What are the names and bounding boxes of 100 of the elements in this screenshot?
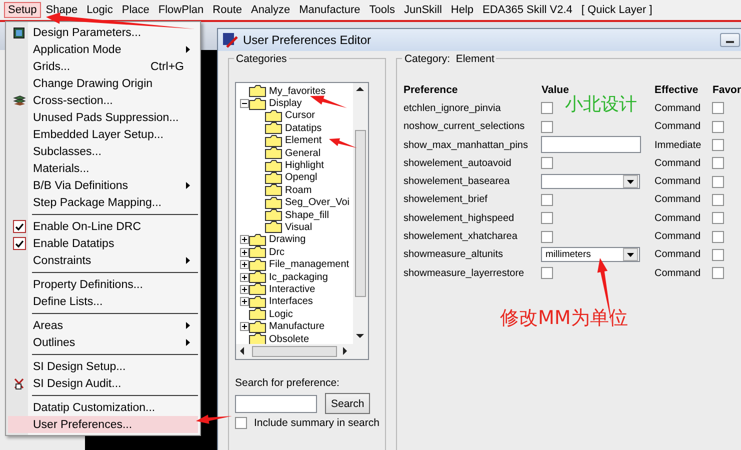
menu-title[interactable]: JunSkill xyxy=(400,2,446,18)
search-field[interactable] xyxy=(235,394,317,412)
tree-item[interactable]: My_favorites xyxy=(269,86,326,97)
menu-title[interactable]: Tools xyxy=(365,2,399,18)
menu-item[interactable]: Datatip Customization... xyxy=(8,399,198,416)
tree-item[interactable]: Highlight xyxy=(285,160,324,172)
value-checkbox[interactable] xyxy=(541,212,554,224)
value-checkbox[interactable] xyxy=(541,230,554,243)
tree-item[interactable]: Drawing xyxy=(269,234,306,246)
menu-item[interactable]: Unused Pads Suppression... xyxy=(8,109,198,126)
tree-item[interactable]: Logic xyxy=(269,308,293,320)
preference-name: noshow_current_selections xyxy=(403,121,526,132)
value-checkbox[interactable] xyxy=(541,157,554,170)
menu-title[interactable]: [ Quick Layer ] xyxy=(577,2,656,18)
vertical-scrollbar[interactable] xyxy=(353,83,368,344)
tree-item[interactable]: Ic_packaging xyxy=(269,272,328,283)
favorite-checkbox[interactable] xyxy=(712,230,724,243)
menu-item[interactable]: Areas xyxy=(8,317,198,334)
tree-item[interactable]: Opengl xyxy=(285,172,318,184)
menu-item[interactable]: Property Definitions... xyxy=(8,276,198,293)
menu-item[interactable]: Application Mode xyxy=(8,41,198,58)
favorite-checkbox[interactable] xyxy=(712,120,724,133)
expand-icon[interactable] xyxy=(240,235,249,244)
value-checkbox[interactable] xyxy=(541,194,554,206)
expand-icon[interactable] xyxy=(240,284,249,294)
horizontal-scrollbar[interactable] xyxy=(236,344,353,359)
expand-icon[interactable] xyxy=(240,260,249,270)
menu-item[interactable]: Step Package Mapping... xyxy=(8,194,198,211)
menu-item[interactable]: SI Design Setup... xyxy=(8,358,198,375)
favorite-checkbox[interactable] xyxy=(712,212,724,224)
value-dropdown[interactable] xyxy=(541,174,640,190)
summary-checkbox[interactable] xyxy=(235,417,247,429)
column-header: Preference xyxy=(403,84,459,96)
tree-item[interactable]: Seg_Over_Voi xyxy=(285,197,350,208)
menu-title[interactable]: Shape xyxy=(42,2,82,18)
menu-item[interactable]: Enable On-Line DRC xyxy=(8,218,198,235)
menu-title[interactable]: Manufacture xyxy=(295,2,364,18)
tree-item[interactable]: Visual xyxy=(285,222,312,233)
collapse-icon[interactable] xyxy=(240,99,249,108)
effective-cell-text: Command xyxy=(654,249,702,260)
menu-title[interactable]: Setup xyxy=(4,2,41,18)
menu-item[interactable]: Embedded Layer Setup... xyxy=(8,126,198,143)
expand-icon[interactable] xyxy=(240,272,249,282)
app-icon xyxy=(222,32,238,48)
menu-item[interactable]: Outlines xyxy=(8,334,198,351)
menu-title[interactable]: FlowPlan xyxy=(154,2,208,18)
menu-item[interactable]: Cross-section... xyxy=(8,92,198,109)
menu-title[interactable]: Analyze xyxy=(247,2,294,18)
tree-item[interactable]: Datatips xyxy=(285,122,322,134)
value-checkbox[interactable] xyxy=(541,120,554,133)
favorite-checkbox[interactable] xyxy=(712,194,724,206)
tree-item[interactable]: Drc xyxy=(269,246,285,258)
value-checkbox[interactable] xyxy=(541,102,554,114)
tree-item[interactable]: Roam xyxy=(285,184,312,196)
favorite-checkbox[interactable] xyxy=(712,248,724,261)
tree-item[interactable]: Obsolete xyxy=(269,334,310,344)
value-dropdown[interactable]: millimeters xyxy=(541,247,640,262)
menu-item[interactable]: Subclasses... xyxy=(8,143,198,160)
menu-item[interactable]: Design Parameters... xyxy=(8,24,198,41)
folder-icon xyxy=(265,172,282,184)
menu-item[interactable]: B/B Via Definitions xyxy=(8,177,198,194)
menu-title[interactable]: Place xyxy=(118,2,154,18)
value-checkbox[interactable] xyxy=(541,267,554,280)
effective-cell-text: Command xyxy=(654,268,702,279)
effective-cell-text: Immediate xyxy=(654,140,702,151)
menu-item[interactable]: Enable Datatips xyxy=(8,235,198,252)
menu-title[interactable]: Logic xyxy=(82,2,117,18)
menu-item[interactable]: Define Lists... xyxy=(8,293,198,310)
minimize-button[interactable] xyxy=(720,33,740,47)
expand-icon[interactable] xyxy=(240,248,249,257)
favorite-checkbox[interactable] xyxy=(712,139,724,152)
preference-name: showelement_brief xyxy=(403,194,488,206)
menu-item[interactable]: Grids... Ctrl+G xyxy=(8,58,198,75)
menu-item[interactable]: Change Drawing Origin xyxy=(8,75,198,92)
tree-item[interactable]: Shape_fill xyxy=(285,210,329,221)
favorite-checkbox[interactable] xyxy=(712,157,724,170)
tree-item[interactable]: Display xyxy=(269,98,302,110)
favorite-checkbox[interactable] xyxy=(712,267,724,280)
tree-item[interactable]: Cursor xyxy=(285,110,316,122)
dropdown-arrow-icon xyxy=(627,252,634,257)
favorite-checkbox[interactable] xyxy=(712,176,724,188)
menu-item[interactable]: Constraints xyxy=(8,252,198,269)
tree-item[interactable]: Manufacture xyxy=(269,321,325,332)
expand-icon[interactable] xyxy=(240,322,249,332)
expand-icon[interactable] xyxy=(240,297,249,306)
search-label: Search for preference: xyxy=(235,377,340,389)
tree-item[interactable]: General xyxy=(285,148,321,159)
favorite-checkbox[interactable] xyxy=(712,102,724,114)
tree-item[interactable]: Element xyxy=(285,135,322,146)
tree-item[interactable]: Interactive xyxy=(269,284,316,295)
menu-title[interactable]: EDA365 Skill V2.4 xyxy=(478,2,576,18)
menu-item[interactable]: Materials... xyxy=(8,160,198,177)
menu-item[interactable]: User Preferences... xyxy=(8,416,198,433)
tree-item[interactable]: Interfaces xyxy=(269,296,313,308)
menu-item[interactable]: SI Design Audit... xyxy=(8,375,198,392)
search-button[interactable]: Search xyxy=(325,393,370,414)
menu-title[interactable]: Help xyxy=(446,2,478,18)
tree-item[interactable]: File_management xyxy=(269,259,350,270)
value-field[interactable] xyxy=(541,136,642,154)
menu-title[interactable]: Route xyxy=(208,2,246,18)
